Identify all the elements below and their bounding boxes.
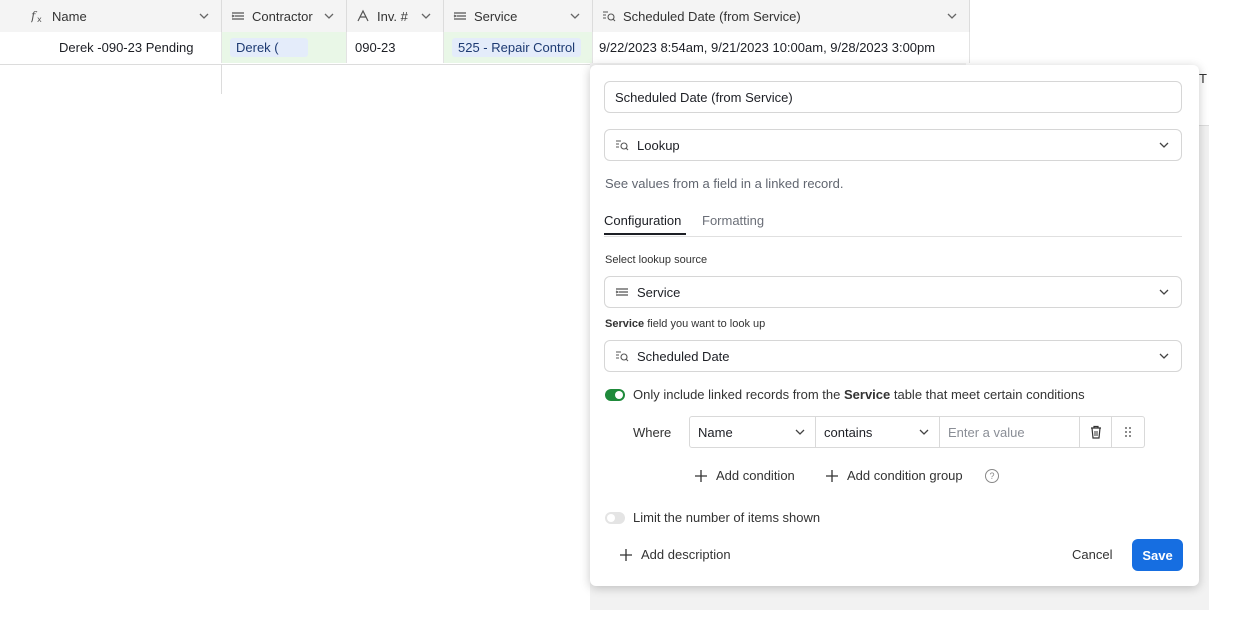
lookup-field-label-table: Service — [605, 318, 645, 330]
field-type-value: Lookup — [637, 137, 680, 153]
table-row[interactable]: Derek -090-23 Pending Derek ( 090-23 525… — [0, 32, 970, 65]
plus-icon — [826, 469, 838, 482]
field-type-select[interactable]: Lookup — [604, 129, 1182, 161]
toggle-knob — [607, 514, 615, 522]
linked-record-chip[interactable]: 525 - Repair Control — [452, 38, 582, 57]
chevron-down-icon — [795, 429, 805, 435]
lookup-icon — [601, 8, 617, 24]
cell-name[interactable]: Derek -090-23 Pending — [0, 32, 222, 63]
column-header-inv[interactable]: Inv. # — [347, 0, 444, 32]
lookup-field-select[interactable]: Scheduled Date — [604, 340, 1182, 372]
column-header-scheduled[interactable]: Scheduled Date (from Service) — [593, 0, 970, 32]
conditions-toggle[interactable] — [605, 389, 625, 401]
column-header-label: Scheduled Date (from Service) — [623, 8, 801, 24]
trash-icon — [1091, 425, 1101, 439]
cell-service[interactable]: 525 - Repair Control — [444, 32, 593, 63]
toggle-text-post: table that meet certain conditions — [890, 387, 1085, 402]
add-condition-button[interactable]: Add condition — [694, 468, 795, 483]
add-description-button[interactable]: Add description — [619, 547, 731, 562]
chevron-down-icon[interactable] — [197, 9, 211, 23]
active-tab-indicator — [604, 233, 686, 235]
chevron-down-icon — [1159, 142, 1169, 148]
config-tabs: Configuration Formatting — [604, 211, 1182, 237]
cell-inv[interactable]: 090-23 — [347, 32, 444, 63]
data-grid: fx Name Contractor Inv. # Service Schedu… — [0, 0, 970, 65]
formula-icon: fx — [30, 8, 46, 24]
conditions-toggle-label: Only include linked records from the Ser… — [633, 387, 1085, 402]
field-type-helper-text: See values from a field in a linked reco… — [605, 176, 844, 191]
toggle-knob — [615, 391, 623, 399]
column-header-label: Service — [474, 8, 518, 24]
toggle-text-table: Service — [843, 387, 891, 402]
text-icon — [355, 8, 371, 24]
tab-configuration[interactable]: Configuration — [604, 213, 681, 228]
chevron-down-icon[interactable] — [419, 9, 433, 23]
add-condition-group-label: Add condition group — [847, 468, 963, 483]
field-name-input[interactable]: Scheduled Date (from Service) — [604, 81, 1182, 113]
condition-row: Name contains Enter a value — [689, 416, 1145, 448]
condition-operator-value: contains — [824, 424, 873, 440]
column-header-label: Contractor — [252, 8, 313, 24]
column-header-service[interactable]: Service — [444, 0, 593, 32]
lookup-source-value: Service — [637, 284, 681, 300]
cell-text: 090-23 — [355, 40, 396, 55]
cell-contractor[interactable]: Derek ( — [222, 32, 347, 63]
lookup-field-label: Service field you want to look up — [605, 318, 765, 330]
limit-items-toggle[interactable] — [605, 512, 625, 524]
save-button[interactable]: Save — [1132, 539, 1183, 571]
column-header-name[interactable]: fx Name — [0, 0, 222, 32]
cancel-button[interactable]: Cancel — [1072, 547, 1112, 562]
column-header-label: Inv. # — [377, 8, 408, 24]
help-icon[interactable]: ? — [985, 469, 999, 483]
lookup-source-label: Select lookup source — [605, 254, 708, 266]
chevron-down-icon[interactable] — [568, 9, 582, 23]
delete-condition-button[interactable] — [1080, 417, 1112, 447]
condition-operator-select[interactable]: contains — [816, 417, 940, 447]
cell-scheduled[interactable]: 9/22/2023 8:54am, 9/21/2023 10:00am, 9/2… — [593, 32, 970, 63]
field-name-value: Scheduled Date (from Service) — [615, 89, 793, 105]
svg-text:x: x — [37, 15, 42, 23]
column-header-label: Name — [52, 8, 87, 24]
drag-handle-icon — [1125, 427, 1131, 437]
add-condition-label: Add condition — [716, 468, 795, 483]
cell-text: 9/22/2023 8:54am, 9/21/2023 10:00am, 9/2… — [599, 40, 936, 55]
chevron-down-icon[interactable] — [322, 9, 336, 23]
lookup-field-label-rest: field you want to look up — [644, 318, 766, 330]
condition-field-select[interactable]: Name — [690, 417, 816, 447]
link-icon — [230, 8, 246, 24]
chevron-down-icon — [919, 429, 929, 435]
grid-header-row: fx Name Contractor Inv. # Service Schedu… — [0, 0, 970, 33]
add-description-label: Add description — [641, 547, 731, 562]
column-header-contractor[interactable]: Contractor — [222, 0, 347, 32]
column-divider — [221, 64, 222, 94]
plus-icon — [620, 548, 632, 561]
drag-handle[interactable] — [1112, 417, 1144, 447]
lookup-icon — [615, 349, 629, 363]
lookup-icon — [615, 138, 629, 152]
tab-formatting[interactable]: Formatting — [702, 213, 764, 228]
link-icon — [615, 285, 629, 299]
chevron-down-icon — [1159, 353, 1169, 359]
add-condition-group-button[interactable]: Add condition group — [825, 468, 963, 483]
link-icon — [452, 8, 468, 24]
chevron-down-icon[interactable] — [945, 9, 959, 23]
where-label: Where — [633, 425, 672, 440]
condition-field-value: Name — [698, 424, 733, 440]
toggle-text-pre: Only include linked records from the — [633, 387, 844, 402]
lookup-field-value: Scheduled Date — [637, 348, 730, 364]
field-config-panel: Scheduled Date (from Service) Lookup See… — [590, 65, 1199, 586]
cell-text: Derek -090-23 Pending — [59, 40, 194, 55]
plus-icon — [695, 469, 707, 482]
lookup-source-select[interactable]: Service — [604, 276, 1182, 308]
chevron-down-icon — [1159, 289, 1169, 295]
linked-record-chip[interactable]: Derek ( — [230, 38, 308, 57]
condition-value-placeholder: Enter a value — [948, 424, 1025, 440]
limit-items-label: Limit the number of items shown — [633, 510, 821, 525]
background-text: T — [1199, 71, 1207, 86]
condition-value-input[interactable]: Enter a value — [940, 417, 1080, 447]
